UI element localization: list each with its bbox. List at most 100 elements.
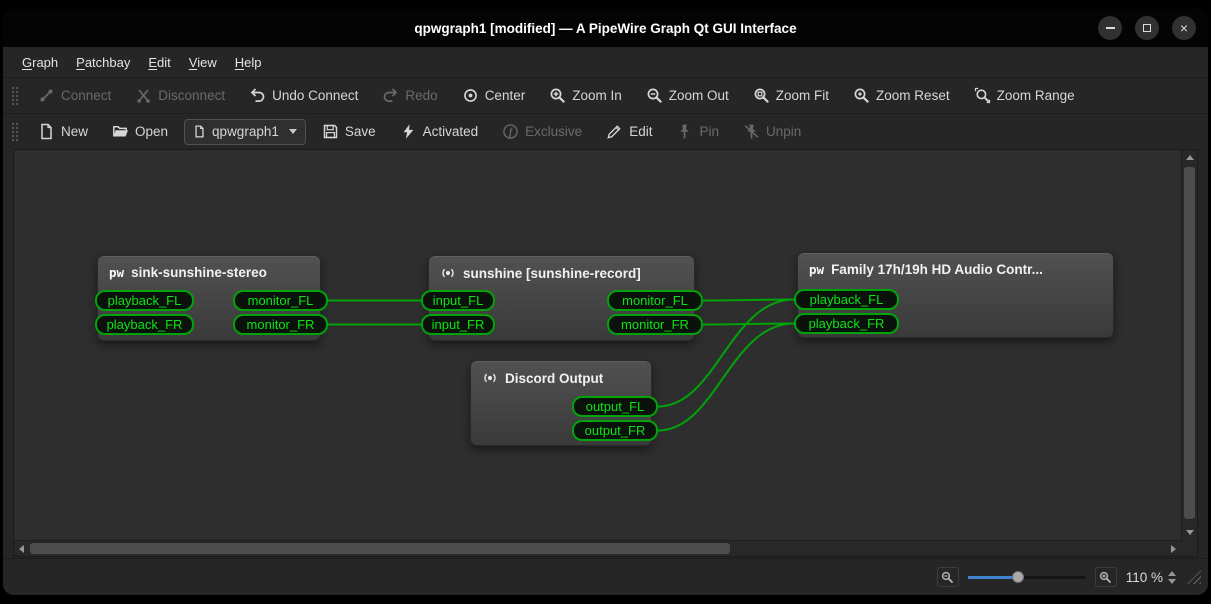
open-button[interactable]: Open bbox=[104, 118, 176, 145]
toolbar-file: New Open qpwgraph1 Save bbox=[3, 113, 1208, 149]
center-label: Center bbox=[485, 88, 526, 103]
horizontal-scrollbar-thumb[interactable] bbox=[30, 543, 730, 554]
arrow-right-icon bbox=[1171, 545, 1176, 553]
scroll-left-arrow[interactable] bbox=[14, 541, 29, 557]
close-icon: × bbox=[1180, 20, 1188, 36]
toolbar-grip[interactable] bbox=[11, 122, 19, 142]
port-discord-output-fr[interactable]: output_FR bbox=[572, 420, 658, 441]
zoom-range-icon bbox=[974, 87, 991, 104]
vertical-scrollbar[interactable] bbox=[1181, 150, 1197, 540]
spin-up-icon bbox=[1168, 571, 1176, 576]
zoom-out-button[interactable]: Zoom Out bbox=[638, 82, 737, 109]
port-sink-monitor-fl[interactable]: monitor_FL bbox=[233, 290, 328, 311]
zoom-fit-icon bbox=[753, 87, 770, 104]
new-button[interactable]: New bbox=[30, 118, 96, 145]
zoom-in-label: Zoom In bbox=[572, 88, 622, 103]
port-discord-output-fl[interactable]: output_FL bbox=[572, 396, 658, 417]
pin-button[interactable]: Pin bbox=[668, 118, 727, 145]
new-file-icon bbox=[38, 123, 55, 140]
zoom-slider[interactable] bbox=[968, 570, 1086, 584]
window-controls: × bbox=[1098, 16, 1196, 40]
redo-icon bbox=[382, 87, 399, 104]
port-sink-playback-fl[interactable]: playback_FL bbox=[95, 290, 194, 311]
titlebar[interactable]: qpwgraph1 [modified] — A PipeWire Graph … bbox=[3, 9, 1208, 47]
zoom-reset-label: Zoom Reset bbox=[876, 88, 950, 103]
minimize-icon bbox=[1106, 27, 1115, 29]
statusbar-zoom-out-button[interactable] bbox=[937, 567, 959, 587]
save-label: Save bbox=[345, 124, 376, 139]
zoom-reset-button[interactable]: Zoom Reset bbox=[845, 82, 958, 109]
port-sunshine-input-fr[interactable]: input_FR bbox=[421, 314, 495, 335]
window-resize-grip[interactable] bbox=[1187, 570, 1201, 584]
open-label: Open bbox=[135, 124, 168, 139]
zoom-slider-fill bbox=[968, 576, 1016, 579]
menubar: Graph Patchbay Edit View Help bbox=[3, 47, 1208, 77]
unpin-button[interactable]: Unpin bbox=[735, 118, 809, 145]
port-sink-monitor-fr[interactable]: monitor_FR bbox=[233, 314, 328, 335]
zoom-range-label: Zoom Range bbox=[997, 88, 1075, 103]
menu-graph[interactable]: Graph bbox=[13, 51, 67, 74]
zoom-range-button[interactable]: Zoom Range bbox=[966, 82, 1083, 109]
menu-edit[interactable]: Edit bbox=[139, 51, 179, 74]
menu-view[interactable]: View bbox=[180, 51, 226, 74]
port-sunshine-monitor-fr[interactable]: monitor_FR bbox=[607, 314, 703, 335]
spinbox-arrows[interactable] bbox=[1168, 571, 1176, 584]
scroll-down-arrow[interactable] bbox=[1182, 525, 1198, 540]
zoom-in-button[interactable]: Zoom In bbox=[541, 82, 630, 109]
zoom-percent-spinbox[interactable]: 110 % bbox=[1126, 570, 1176, 585]
patchbay-selector[interactable]: qpwgraph1 bbox=[184, 119, 306, 145]
new-label: New bbox=[61, 124, 88, 139]
exclusive-icon: f bbox=[502, 123, 519, 140]
menu-help[interactable]: Help bbox=[226, 51, 271, 74]
arrow-up-icon bbox=[1186, 155, 1194, 160]
disconnect-button[interactable]: Disconnect bbox=[127, 82, 233, 109]
scrollbar-corner bbox=[1181, 540, 1197, 556]
statusbar-zoom-in-button[interactable] bbox=[1095, 567, 1117, 587]
zoom-out-label: Zoom Out bbox=[669, 88, 729, 103]
activated-button[interactable]: Activated bbox=[392, 118, 487, 145]
zoom-out-icon bbox=[941, 571, 954, 584]
arrow-down-icon bbox=[1186, 530, 1194, 535]
save-button[interactable]: Save bbox=[314, 118, 384, 145]
undo-connect-button[interactable]: Undo Connect bbox=[241, 82, 366, 109]
center-icon bbox=[462, 87, 479, 104]
undo-icon bbox=[249, 87, 266, 104]
svg-text:f: f bbox=[509, 127, 514, 138]
connect-button[interactable]: Connect bbox=[30, 82, 119, 109]
activated-label: Activated bbox=[423, 124, 479, 139]
disconnect-label: Disconnect bbox=[158, 88, 225, 103]
pin-icon bbox=[676, 123, 693, 140]
connection-discord-output-fr-to-family-playback-fr[interactable] bbox=[658, 324, 794, 431]
open-folder-icon bbox=[112, 123, 129, 140]
pin-label: Pin bbox=[699, 124, 719, 139]
app-window: qpwgraph1 [modified] — A PipeWire Graph … bbox=[3, 9, 1208, 595]
scroll-right-arrow[interactable] bbox=[1166, 541, 1181, 557]
menu-patchbay[interactable]: Patchbay bbox=[67, 51, 139, 74]
horizontal-scrollbar[interactable] bbox=[14, 540, 1181, 556]
port-family-playback-fr[interactable]: playback_FR bbox=[794, 313, 899, 334]
maximize-button[interactable] bbox=[1135, 16, 1159, 40]
toolbar-grip[interactable] bbox=[11, 86, 19, 106]
zoom-slider-handle[interactable] bbox=[1012, 571, 1024, 583]
port-sunshine-input-fl[interactable]: input_FL bbox=[421, 290, 495, 311]
port-family-playback-fl[interactable]: playback_FL bbox=[794, 289, 899, 310]
edit-button[interactable]: Edit bbox=[598, 118, 660, 145]
connect-icon bbox=[38, 87, 55, 104]
graph-canvas[interactable]: pw sink-sunshine-stereo sunshine [sunshi… bbox=[14, 150, 1181, 540]
center-button[interactable]: Center bbox=[454, 82, 534, 109]
close-button[interactable]: × bbox=[1172, 16, 1196, 40]
redo-button[interactable]: Redo bbox=[374, 82, 445, 109]
port-sink-playback-fr[interactable]: playback_FR bbox=[95, 314, 194, 335]
minimize-button[interactable] bbox=[1098, 16, 1122, 40]
undo-connect-label: Undo Connect bbox=[272, 88, 358, 103]
vertical-scrollbar-thumb[interactable] bbox=[1184, 167, 1195, 519]
chevron-down-icon bbox=[289, 129, 297, 134]
scroll-up-arrow[interactable] bbox=[1182, 150, 1198, 165]
zoom-in-icon bbox=[1099, 571, 1112, 584]
exclusive-label: Exclusive bbox=[525, 124, 582, 139]
port-sunshine-monitor-fl[interactable]: monitor_FL bbox=[607, 290, 703, 311]
zoom-controls: 110 % bbox=[937, 567, 1208, 587]
exclusive-button[interactable]: f Exclusive bbox=[494, 118, 590, 145]
activated-bolt-icon bbox=[400, 123, 417, 140]
zoom-fit-button[interactable]: Zoom Fit bbox=[745, 82, 837, 109]
